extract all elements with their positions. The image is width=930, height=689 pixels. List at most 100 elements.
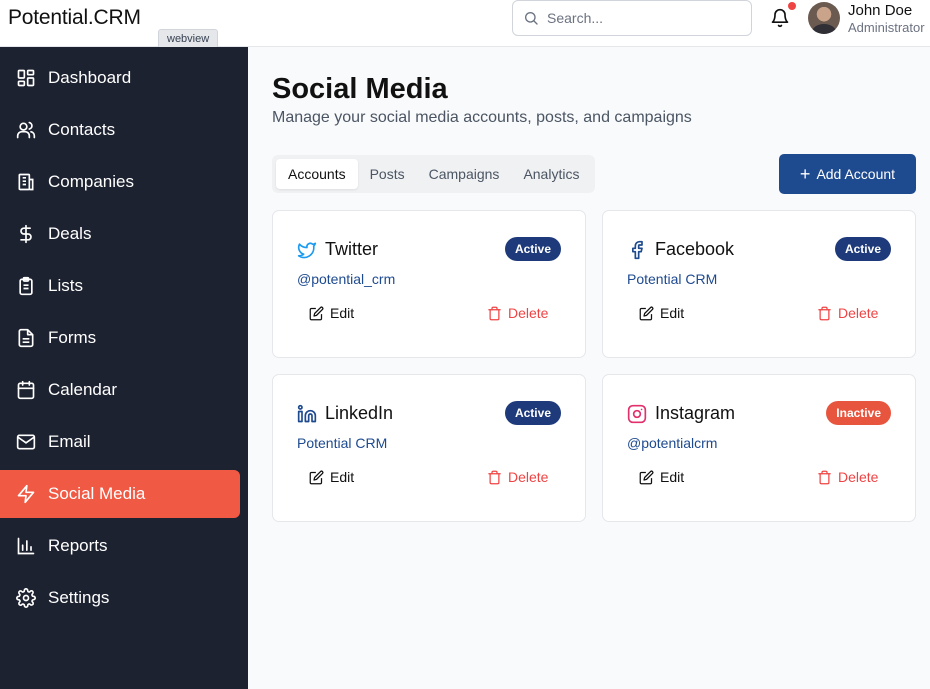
trash-icon — [488, 470, 501, 484]
sidebar-item-contacts[interactable]: Contacts — [0, 106, 240, 154]
account-card-facebook: Facebook Active Potential CRM Edit Delet… — [602, 210, 916, 358]
gear-icon — [16, 588, 36, 608]
file-text-icon — [18, 328, 34, 348]
status-badge: Active — [834, 237, 891, 261]
edit-button[interactable]: Edit — [639, 305, 684, 321]
account-card-linkedin: LinkedIn Active Potential CRM Edit Delet… — [272, 374, 586, 522]
edit-button[interactable]: Edit — [309, 305, 354, 321]
sidebar: Dashboard Contacts Companies Deals Lists… — [0, 47, 248, 689]
sidebar-item-deals[interactable]: Deals — [0, 210, 240, 258]
account-handle[interactable]: @potentialcrm — [627, 435, 717, 451]
edit-icon — [309, 306, 324, 320]
account-handle[interactable]: Potential CRM — [627, 271, 717, 287]
edit-icon — [639, 470, 654, 484]
bell-icon[interactable] — [770, 8, 790, 28]
edit-label: Edit — [330, 469, 355, 485]
edit-label: Edit — [330, 305, 355, 321]
dashboard-icon — [17, 69, 35, 87]
sidebar-item-calendar[interactable]: Calendar — [0, 366, 240, 414]
delete-label: Delete — [508, 469, 549, 485]
instagram-icon — [627, 404, 647, 424]
delete-label: Delete — [838, 305, 879, 321]
sidebar-item-email[interactable]: Email — [0, 418, 240, 466]
lightning-icon — [17, 484, 35, 504]
search-icon — [525, 12, 538, 25]
account-name: LinkedIn — [325, 403, 394, 423]
account-handle[interactable]: @potential_crm — [297, 271, 395, 287]
sidebar-item-forms[interactable]: Forms — [0, 314, 240, 362]
sidebar-item-label: Deals — [48, 224, 92, 243]
plus-icon: + — [799, 164, 811, 184]
delete-button[interactable]: Delete — [487, 469, 548, 485]
facebook-icon — [632, 240, 643, 260]
edit-icon — [639, 306, 654, 320]
sidebar-item-companies[interactable]: Companies — [0, 158, 240, 206]
notification-dot — [788, 2, 796, 10]
sidebar-item-settings[interactable]: Settings — [0, 574, 240, 622]
users-icon — [16, 121, 36, 139]
tab-accounts[interactable]: Accounts — [276, 159, 358, 189]
sidebar-item-dashboard[interactable]: Dashboard — [0, 54, 240, 102]
building-icon — [18, 173, 34, 191]
edit-button[interactable]: Edit — [309, 469, 354, 485]
trash-icon — [818, 470, 831, 484]
search-box[interactable] — [512, 0, 752, 36]
add-account-button[interactable]: + Add Account — [779, 154, 916, 194]
sidebar-item-label: Contacts — [48, 120, 116, 139]
sidebar-item-reports[interactable]: Reports — [0, 522, 240, 570]
delete-button[interactable]: Delete — [817, 469, 878, 485]
app-logo[interactable]: Potential.CRM — [8, 6, 141, 30]
sidebar-item-label: Email — [48, 432, 91, 451]
clipboard-list-icon — [19, 276, 33, 296]
user-role: Administrator — [848, 20, 925, 35]
edit-icon — [309, 470, 324, 484]
tab-campaigns[interactable]: Campaigns — [417, 159, 512, 189]
sidebar-item-label: Dashboard — [48, 68, 132, 87]
twitter-icon — [297, 242, 317, 259]
sidebar-item-social-media[interactable]: Social Media — [0, 470, 240, 518]
status-badge: Inactive — [826, 401, 891, 425]
sidebar-item-label: Settings — [48, 588, 110, 607]
delete-label: Delete — [508, 305, 549, 321]
sidebar-item-label: Lists — [48, 276, 83, 295]
mail-icon — [16, 434, 36, 450]
sidebar-item-lists[interactable]: Lists — [0, 262, 240, 310]
webview-tag: webview — [158, 29, 219, 47]
calendar-icon — [17, 380, 35, 400]
delete-button[interactable]: Delete — [817, 305, 878, 321]
sidebar-item-label: Forms — [48, 328, 97, 347]
account-name: Instagram — [655, 403, 736, 423]
tab-posts[interactable]: Posts — [358, 159, 417, 189]
main-content: Social Media Manage your social media ac… — [248, 47, 930, 689]
edit-button[interactable]: Edit — [639, 469, 684, 485]
avatar[interactable] — [808, 2, 840, 34]
bar-chart-icon — [17, 537, 35, 555]
linkedin-icon — [297, 404, 317, 423]
delete-button[interactable]: Delete — [487, 305, 548, 321]
sidebar-item-label: Companies — [48, 172, 134, 191]
account-name: Facebook — [655, 239, 735, 259]
account-handle[interactable]: Potential CRM — [297, 435, 387, 451]
page-subtitle: Manage your social media accounts, posts… — [272, 109, 692, 126]
user-name: John Doe — [848, 2, 913, 19]
trash-icon — [488, 306, 501, 320]
search-input[interactable] — [547, 10, 737, 26]
status-badge: Active — [504, 401, 561, 425]
account-card-instagram: Instagram Inactive @potentialcrm Edit De… — [602, 374, 916, 522]
tab-analytics[interactable]: Analytics — [511, 159, 591, 189]
top-header: Potential.CRM webview John Doe Administr… — [0, 0, 930, 47]
page-title: Social Media — [272, 73, 448, 105]
sidebar-item-label: Social Media — [48, 484, 146, 503]
delete-label: Delete — [838, 469, 879, 485]
dollar-icon — [20, 224, 32, 244]
edit-label: Edit — [660, 469, 685, 485]
tab-bar: Accounts Posts Campaigns Analytics — [272, 155, 596, 193]
edit-label: Edit — [660, 305, 685, 321]
status-badge: Active — [504, 237, 561, 261]
trash-icon — [818, 306, 831, 320]
account-card-twitter: Twitter Active @potential_crm Edit Delet… — [272, 210, 586, 358]
sidebar-item-label: Reports — [48, 536, 108, 555]
sidebar-item-label: Calendar — [48, 380, 117, 399]
account-name: Twitter — [325, 239, 379, 259]
add-account-label: Add Account — [816, 166, 896, 182]
